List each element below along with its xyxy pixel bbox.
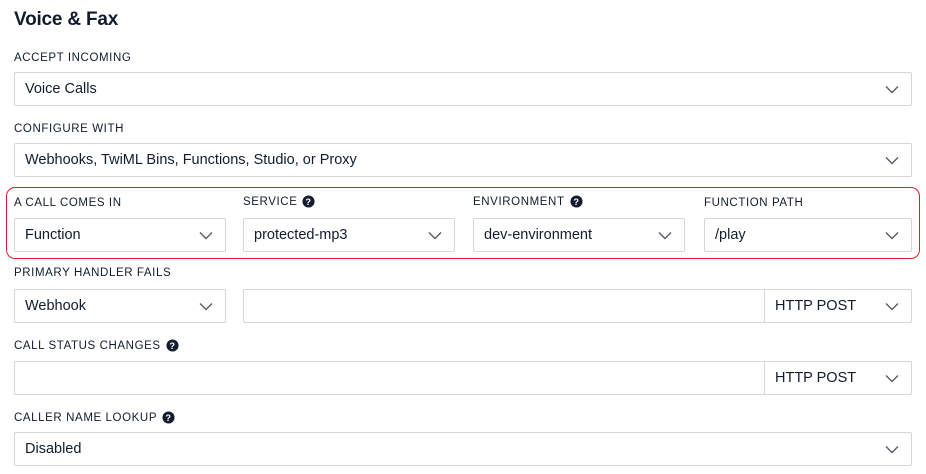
chevron-down-icon <box>199 302 213 310</box>
accept-incoming-label: ACCEPT INCOMING <box>14 52 131 64</box>
call-status-url-input[interactable] <box>15 362 764 394</box>
chevron-down-icon <box>199 231 213 239</box>
primary-handler-fails-label-text: PRIMARY HANDLER FAILS <box>14 267 172 279</box>
chevron-down-icon <box>885 374 899 382</box>
service-label: SERVICE ? <box>243 195 316 208</box>
chevron-down-icon <box>885 156 899 164</box>
svg-text:?: ? <box>306 197 312 207</box>
accept-incoming-select[interactable]: Voice Calls <box>14 72 912 106</box>
primary-handler-method-value: HTTP POST <box>775 298 857 314</box>
configure-with-label-text: CONFIGURE WITH <box>14 123 124 135</box>
svg-text:?: ? <box>169 341 175 351</box>
accept-incoming-value: Voice Calls <box>25 81 97 97</box>
environment-value: dev-environment <box>484 227 592 243</box>
chevron-down-icon <box>885 302 899 310</box>
accept-incoming-label-text: ACCEPT INCOMING <box>14 52 132 64</box>
service-select[interactable]: protected-mp3 <box>243 218 455 252</box>
function-path-label-text: FUNCTION PATH <box>704 197 804 209</box>
caller-name-lookup-value: Disabled <box>25 441 82 457</box>
svg-text:?: ? <box>165 413 171 423</box>
help-circle-icon[interactable]: ? <box>162 411 175 424</box>
call-comes-in-select[interactable]: Function <box>14 218 226 252</box>
function-path-value: /play <box>715 227 746 243</box>
caller-name-lookup-label: CALLER NAME LOOKUP ? <box>14 411 175 424</box>
environment-label-text: ENVIRONMENT <box>473 195 565 208</box>
chevron-down-icon <box>428 231 442 239</box>
primary-handler-type-value: Webhook <box>25 298 86 314</box>
primary-handler-url-group: HTTP POST <box>243 289 912 323</box>
caller-name-lookup-select[interactable]: Disabled <box>14 432 912 466</box>
help-circle-icon[interactable]: ? <box>166 339 179 352</box>
call-status-url-wrap <box>15 362 764 394</box>
primary-handler-type-select[interactable]: Webhook <box>14 289 226 323</box>
call-comes-in-value: Function <box>25 227 81 243</box>
call-status-changes-label: CALL STATUS CHANGES ? <box>14 339 179 352</box>
help-circle-icon[interactable]: ? <box>302 195 316 208</box>
environment-label: ENVIRONMENT ? <box>473 195 583 208</box>
primary-handler-url-input[interactable] <box>244 290 764 322</box>
chevron-down-icon <box>885 231 899 239</box>
chevron-down-icon <box>885 85 899 93</box>
primary-handler-fails-label: PRIMARY HANDLER FAILS <box>14 267 171 279</box>
caller-name-lookup-label-text: CALLER NAME LOOKUP <box>14 411 158 424</box>
function-path-label: FUNCTION PATH <box>704 197 803 209</box>
primary-handler-method-select[interactable]: HTTP POST <box>764 290 911 322</box>
chevron-down-icon <box>658 231 672 239</box>
primary-handler-url-wrap <box>244 290 764 322</box>
call-comes-in-label: A CALL COMES IN <box>14 197 122 209</box>
call-status-changes-label-text: CALL STATUS CHANGES <box>14 339 161 352</box>
call-comes-in-label-text: A CALL COMES IN <box>14 197 122 209</box>
configure-with-label: CONFIGURE WITH <box>14 123 124 135</box>
environment-select[interactable]: dev-environment <box>473 218 685 252</box>
service-label-text: SERVICE <box>243 195 298 208</box>
help-circle-icon[interactable]: ? <box>570 195 583 208</box>
chevron-down-icon <box>885 445 899 453</box>
configure-with-value: Webhooks, TwiML Bins, Functions, Studio,… <box>25 152 357 168</box>
svg-text:?: ? <box>573 197 579 207</box>
call-status-method-value: HTTP POST <box>775 370 857 386</box>
configure-with-select[interactable]: Webhooks, TwiML Bins, Functions, Studio,… <box>14 143 912 177</box>
call-status-url-group: HTTP POST <box>14 361 912 395</box>
service-value: protected-mp3 <box>254 227 348 243</box>
call-status-method-select[interactable]: HTTP POST <box>764 362 911 394</box>
section-title: Voice & Fax <box>14 9 119 30</box>
function-path-select[interactable]: /play <box>704 218 912 252</box>
